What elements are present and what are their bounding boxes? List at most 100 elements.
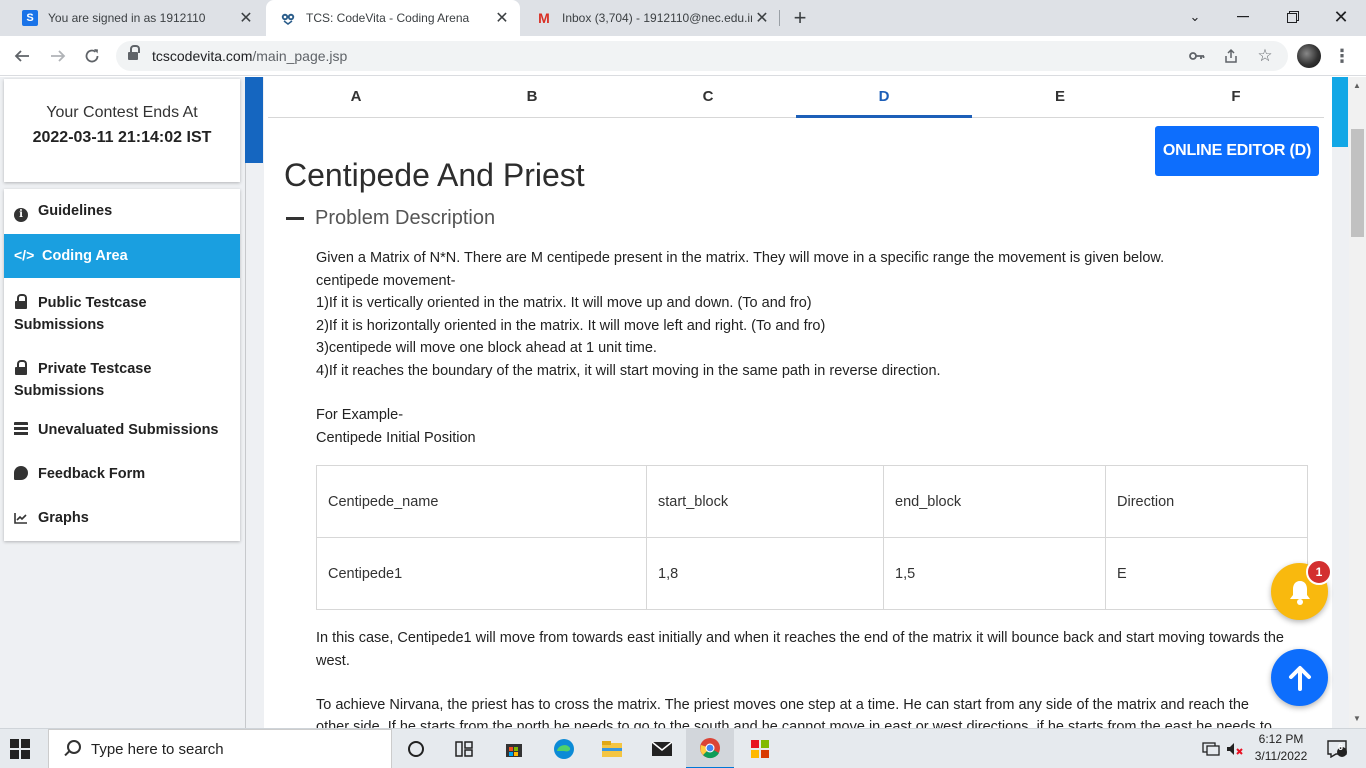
sidebar-item-label-2: Submissions — [14, 317, 105, 333]
sidebar-item-graphs[interactable]: Graphs — [4, 498, 240, 542]
tab-problem-e[interactable]: E — [972, 77, 1148, 118]
table-cell: Centipede1 — [316, 537, 647, 610]
scroll-up-arrow-icon[interactable]: ▲ — [1353, 81, 1362, 90]
sidebar-item-guidelines[interactable]: i Guidelines — [4, 189, 240, 233]
tab-title: TCS: CodeVita - Coding Arena — [306, 11, 470, 25]
browser-toolbar: tcscodevita.com/main_page.jsp ☆ ⋮ — [0, 36, 1366, 76]
address-bar[interactable]: tcscodevita.com/main_page.jsp ☆ — [116, 41, 1288, 71]
url-text: tcscodevita.com/main_page.jsp — [152, 48, 348, 64]
section-heading: Problem Description — [315, 207, 496, 229]
example-intro: For Example- Centipede Initial Position — [316, 404, 1316, 449]
task-view-icon[interactable] — [440, 729, 488, 768]
sidebar-item-public-testcase[interactable]: Public Testcase Submissions — [4, 278, 240, 344]
share-icon[interactable] — [1222, 47, 1240, 65]
volume-muted-icon[interactable] — [1224, 729, 1246, 768]
tab-problem-f[interactable]: F — [1148, 77, 1324, 118]
file-explorer-icon[interactable] — [588, 729, 636, 768]
chrome-menu-icon[interactable]: ⋮ — [1333, 46, 1351, 66]
header-accent-left — [245, 77, 263, 163]
close-tab-icon[interactable]: ✕ — [492, 8, 512, 28]
tab-signed-in[interactable]: S You are signed in as 1912110 ✕ — [8, 0, 264, 36]
forward-arrow-icon[interactable] — [44, 42, 72, 70]
cortana-icon[interactable] — [392, 729, 440, 768]
profile-avatar[interactable] — [1297, 44, 1321, 68]
problem-description-toggle[interactable]: Problem Description — [286, 207, 495, 230]
info-icon: i — [14, 208, 28, 222]
chart-line-icon — [14, 512, 28, 526]
tab-problem-a[interactable]: A — [268, 77, 444, 118]
page-scrollbar[interactable]: ▲ ▼ — [1349, 77, 1366, 728]
bell-icon — [1289, 580, 1310, 605]
tab-problem-b[interactable]: B — [444, 77, 620, 118]
tab-title: Inbox (3,704) - 1912110@nec.edu.in — [562, 11, 752, 25]
microsoft-store-icon[interactable] — [490, 729, 538, 768]
restore-icon[interactable] — [1270, 0, 1316, 34]
windows-start-icon[interactable] — [10, 739, 30, 759]
lock-icon — [14, 360, 28, 375]
edge-browser-icon[interactable] — [540, 729, 588, 768]
sidebar-item-label: Coding Area — [42, 248, 128, 264]
system-clock[interactable]: 6:12 PM 3/11/2022 — [1246, 731, 1316, 765]
tab-search-chevron-icon[interactable]: ⌄ — [1172, 0, 1218, 34]
new-tab-plus-icon[interactable]: + — [788, 5, 812, 30]
contest-end-time: 2022-03-11 21:14:02 IST — [32, 129, 212, 146]
action-center-icon[interactable]: 6 — [1322, 729, 1352, 768]
taskbar-search-box[interactable]: Type here to search — [48, 729, 392, 768]
comment-icon — [14, 466, 28, 480]
sidebar-item-unevaluated-submissions[interactable]: Unevaluated Submissions — [4, 410, 240, 454]
sidebar-menu: i Guidelines </> Coding Area Public Testca… — [4, 189, 240, 541]
page-body: Your Contest Ends At 2022-03-11 21:14:02… — [0, 77, 1366, 728]
bookmark-star-icon[interactable]: ☆ — [1256, 46, 1274, 65]
close-tab-icon[interactable]: ✕ — [236, 8, 256, 28]
contest-end-label: Your Contest Ends At — [46, 104, 198, 121]
browser-tab-strip: S You are signed in as 1912110 ✕ TCS: Co… — [0, 0, 1366, 36]
chrome-taskbar-icon[interactable] — [686, 729, 734, 768]
tab-codevita[interactable]: TCS: CodeVita - Coding Arena ✕ — [266, 0, 520, 36]
table-header-cell: start_block — [646, 465, 884, 538]
description-line: 3)centipede will move one block ahead at… — [316, 340, 657, 356]
tab-gmail-inbox[interactable]: M Inbox (3,704) - 1912110@nec.edu.in ✕ — [522, 0, 780, 36]
sidebar-item-label: Public Testcase — [38, 295, 147, 311]
tab-problem-c[interactable]: C — [620, 77, 796, 118]
taskbar-search-placeholder: Type here to search — [91, 740, 224, 758]
tab-problem-d[interactable]: D — [796, 77, 972, 118]
action-center-count: 6 — [1338, 742, 1344, 752]
sidebar-item-private-testcase[interactable]: Private Testcase Submissions — [4, 344, 240, 410]
gmail-icon: M — [538, 10, 550, 26]
sidebar-item-label: Unevaluated Submissions — [38, 422, 219, 438]
nirvana-paragraph-line: other side. If he starts from the north … — [316, 719, 1272, 728]
colorful-app-icon[interactable] — [736, 729, 784, 768]
sidebar-item-coding-area[interactable]: </> Coding Area — [4, 234, 240, 278]
description-line: 2)If it is horizontally oriented in the … — [316, 317, 826, 334]
s-favicon-icon: S — [22, 10, 38, 26]
reload-icon[interactable] — [78, 42, 106, 70]
lock-icon[interactable] — [128, 45, 140, 61]
sidebar-item-feedback-form[interactable]: Feedback Form — [4, 454, 240, 498]
lock-icon — [14, 294, 28, 309]
scrollbar-thumb[interactable] — [1351, 129, 1364, 237]
back-arrow-icon[interactable] — [8, 42, 36, 70]
close-window-icon[interactable]: ✕ — [1318, 0, 1364, 34]
table-header-cell: Direction — [1105, 465, 1308, 538]
close-tab-icon[interactable]: ✕ — [752, 8, 772, 28]
table-row: Centipede1 1,8 1,5 E — [316, 537, 1308, 610]
codevita-owl-icon — [280, 10, 296, 26]
clock-date: 3/11/2022 — [1254, 749, 1308, 763]
online-editor-button[interactable]: ONLINE EDITOR (D) — [1155, 126, 1319, 176]
mail-icon[interactable] — [638, 729, 686, 768]
example-line: Centipede Initial Position — [316, 429, 476, 446]
key-icon[interactable] — [1188, 47, 1206, 65]
sidebar-item-label: Guidelines — [38, 203, 113, 219]
description-line: Given a Matrix of N*N. There are M centi… — [316, 250, 1165, 266]
scroll-down-arrow-icon[interactable]: ▼ — [1353, 714, 1362, 723]
network-icon[interactable] — [1200, 729, 1222, 768]
windows-taskbar: Type here to search 6:12 PM 3/11/2022 6 — [0, 728, 1366, 768]
scroll-to-top-button[interactable] — [1271, 649, 1328, 706]
content-border — [245, 163, 246, 728]
contest-timer-card: Your Contest Ends At 2022-03-11 21:14:02… — [4, 79, 240, 182]
sidebar-item-label-2: Submissions — [14, 383, 105, 399]
table-header-cell: Centipede_name — [316, 465, 647, 538]
minimize-icon[interactable] — [1220, 0, 1266, 34]
sidebar-item-label: Feedback Form — [38, 466, 146, 482]
problem-description: Given a Matrix of N*N. There are M centi… — [316, 247, 1316, 382]
